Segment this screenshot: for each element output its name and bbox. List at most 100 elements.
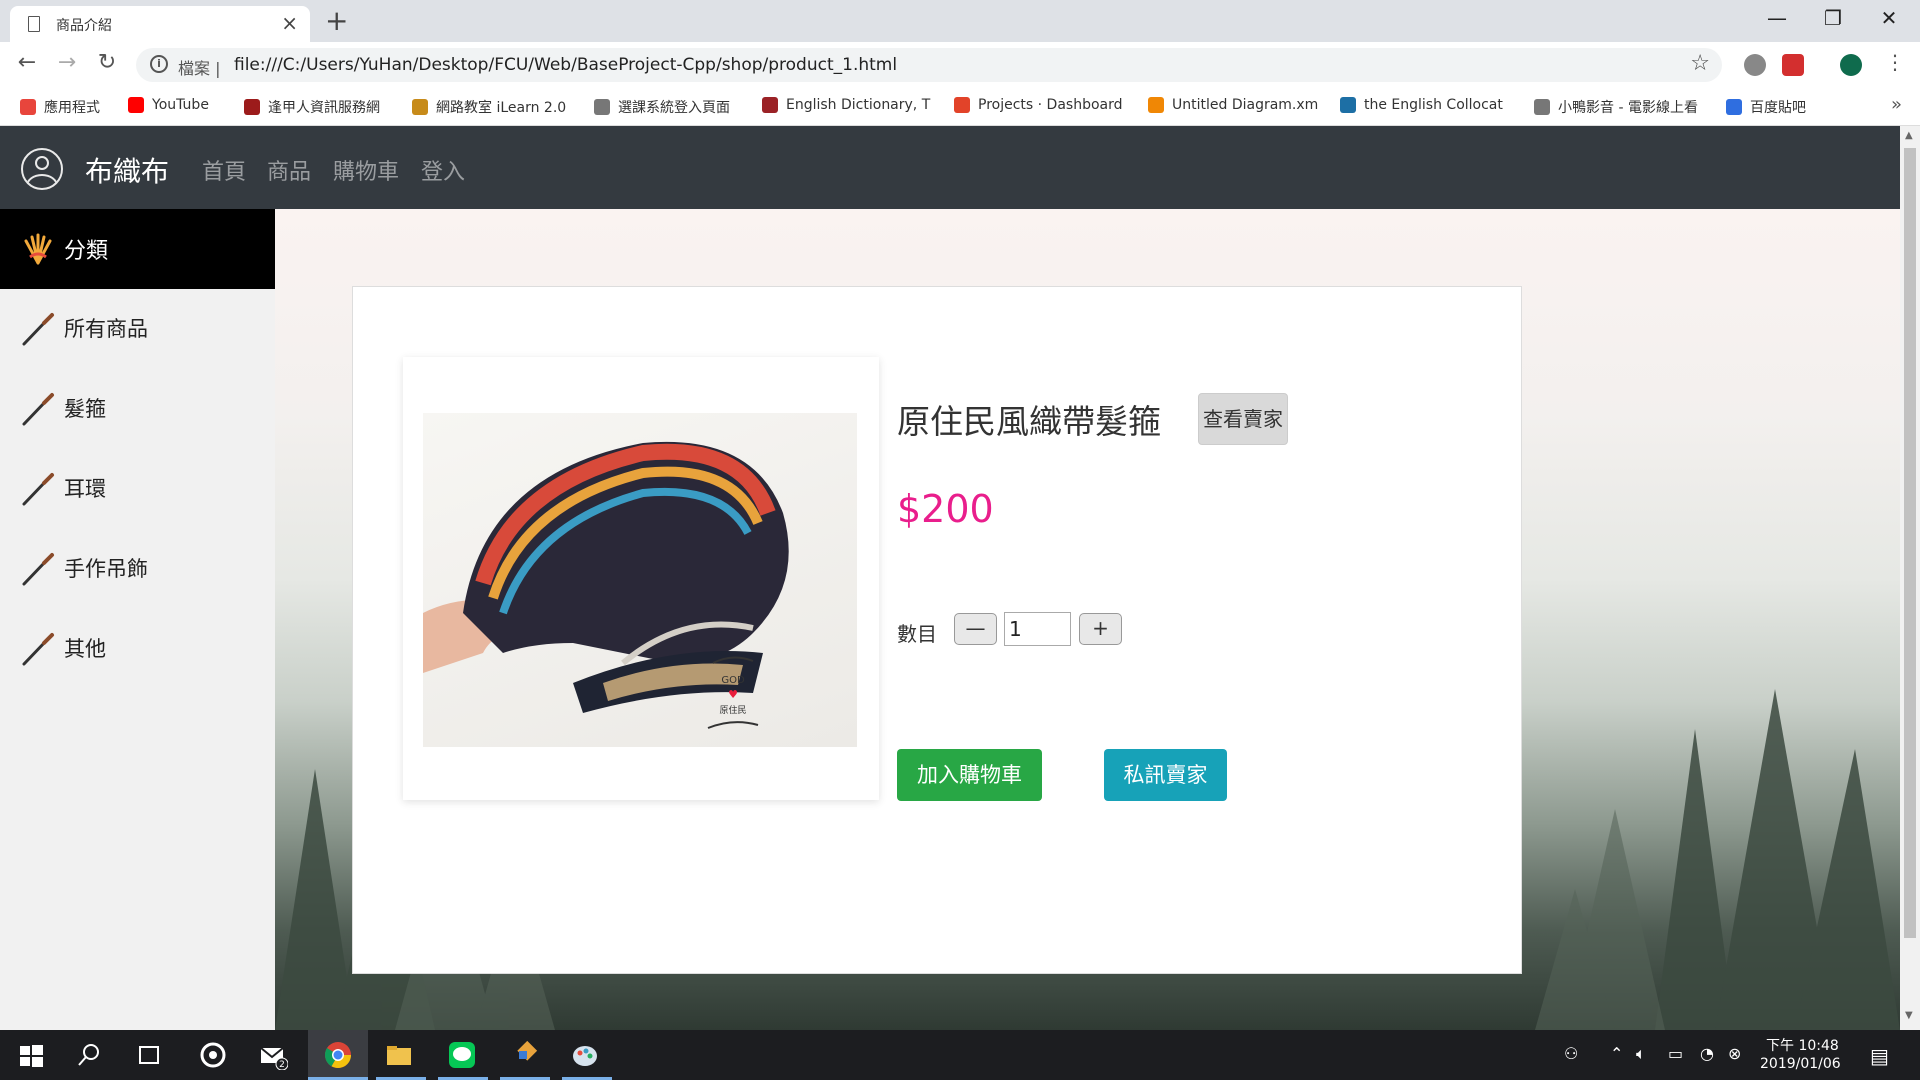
- bookmark-label: 小鴨影音 - 電影線上看: [1558, 100, 1698, 116]
- extension-icon[interactable]: [1782, 54, 1804, 76]
- view-seller-button[interactable]: 查看賣家: [1198, 393, 1288, 445]
- volume-icon[interactable]: 🔈︎: [1636, 1044, 1646, 1064]
- fcu-icon: [244, 99, 260, 115]
- tab-title: 商品介紹: [56, 18, 112, 34]
- mail-icon[interactable]: 2: [258, 1040, 288, 1070]
- sidebar-item-label: 髮箍: [64, 397, 106, 421]
- cortana-icon[interactable]: [198, 1040, 228, 1070]
- svg-text:♥: ♥: [728, 688, 738, 701]
- profile-avatar[interactable]: [1840, 54, 1862, 76]
- line-icon[interactable]: [447, 1040, 477, 1070]
- network-off-icon[interactable]: ⊗: [1728, 1044, 1741, 1063]
- bookmark-item[interactable]: 逢甲人資訊服務網: [244, 97, 380, 117]
- chrome-taskbar-button[interactable]: [308, 1030, 368, 1080]
- add-to-cart-button[interactable]: 加入購物車: [897, 749, 1042, 801]
- page-icon: [1534, 99, 1550, 115]
- sidebar-item-charms[interactable]: 手作吊飾: [0, 529, 275, 609]
- nav-login[interactable]: 登入: [421, 154, 465, 186]
- paint-icon[interactable]: [570, 1040, 600, 1070]
- user-icon[interactable]: [21, 148, 63, 190]
- wifi-icon[interactable]: ◔: [1700, 1044, 1714, 1063]
- bookmark-item[interactable]: 小鴨影音 - 電影線上看: [1534, 97, 1698, 117]
- bookmark-item[interactable]: 網路教室 iLearn 2.0: [412, 97, 566, 117]
- sidebar-item-other[interactable]: 其他: [0, 609, 275, 689]
- nav-products[interactable]: 商品: [267, 154, 311, 186]
- nav-cart[interactable]: 購物車: [333, 154, 399, 186]
- bookmark-apps[interactable]: 應用程式: [20, 97, 100, 117]
- headdress-icon: [24, 233, 52, 265]
- menu-icon[interactable]: ⋮: [1880, 50, 1910, 74]
- reload-icon[interactable]: ↻: [92, 50, 122, 75]
- search-icon[interactable]: [74, 1040, 104, 1070]
- windows-start-icon[interactable]: [16, 1040, 46, 1070]
- info-icon[interactable]: i: [150, 55, 168, 73]
- brush-icon: [22, 633, 54, 666]
- sidebar-item-earrings[interactable]: 耳環: [0, 449, 275, 529]
- people-icon[interactable]: ⚇: [1564, 1044, 1578, 1063]
- bookmark-label: 逢甲人資訊服務網: [268, 100, 380, 116]
- close-window-button[interactable]: ✕: [1874, 6, 1904, 30]
- task-view-icon[interactable]: [134, 1040, 164, 1070]
- page-icon: [594, 99, 610, 115]
- bookmark-item[interactable]: 選課系統登入頁面: [594, 97, 730, 117]
- scroll-up-icon[interactable]: ▲: [1905, 130, 1913, 141]
- battery-icon[interactable]: ▭: [1668, 1044, 1683, 1063]
- quantity-label: 數目: [897, 622, 937, 646]
- gitlab-icon: [954, 97, 970, 113]
- bookmark-item[interactable]: English Dictionary, T: [762, 97, 930, 113]
- sidebar-item-all[interactable]: 所有商品: [0, 289, 275, 369]
- bookmark-item[interactable]: 百度貼吧: [1726, 97, 1806, 117]
- bookmarks-more-icon[interactable]: »: [1891, 94, 1902, 115]
- ilearn-icon: [412, 99, 428, 115]
- bookmark-item[interactable]: YouTube: [128, 97, 209, 113]
- brush-icon: [22, 393, 54, 426]
- address-prefix: 檔案 |: [178, 59, 221, 78]
- scroll-down-icon[interactable]: ▼: [1905, 1010, 1913, 1021]
- sidebar-item-label: 其他: [64, 637, 106, 661]
- extension-icon[interactable]: [1744, 54, 1766, 76]
- show-hidden-icons[interactable]: ⌃: [1610, 1044, 1623, 1063]
- address-bar[interactable]: i 檔案 | file:///C:/Users/YuHan/Desktop/FC…: [136, 48, 1722, 82]
- nav-home[interactable]: 首頁: [202, 154, 246, 186]
- bookmark-label: Untitled Diagram.xm: [1172, 97, 1319, 113]
- page-icon: [28, 16, 40, 32]
- page-scrollbar[interactable]: ▲ ▼: [1900, 126, 1920, 1030]
- ozdic-icon: [1340, 97, 1356, 113]
- bookmark-label: YouTube: [152, 97, 209, 113]
- product-price: $200: [897, 487, 994, 531]
- git-app-icon[interactable]: [508, 1040, 538, 1070]
- message-seller-button[interactable]: 私訊賣家: [1104, 749, 1227, 801]
- sidebar-item-label: 耳環: [64, 477, 106, 501]
- brush-icon: [22, 473, 54, 506]
- tab-close-icon[interactable]: ×: [281, 11, 298, 35]
- notification-center-icon[interactable]: ▤: [1870, 1044, 1889, 1068]
- minimize-button[interactable]: —: [1762, 6, 1792, 30]
- clock-time[interactable]: 下午 10:48: [1766, 1035, 1839, 1055]
- sidebar-header: 分類: [0, 209, 275, 289]
- product-photo: GOD ♥ 原住民: [423, 413, 857, 747]
- scrollbar-thumb[interactable]: [1904, 148, 1916, 938]
- cambridge-icon: [762, 97, 778, 113]
- bookmark-star-icon[interactable]: ☆: [1690, 51, 1710, 76]
- bookmark-label: Projects · Dashboard: [978, 97, 1123, 113]
- forward-icon[interactable]: →: [52, 50, 82, 75]
- file-explorer-icon[interactable]: [384, 1040, 414, 1070]
- apps-icon: [20, 99, 36, 115]
- bookmark-item[interactable]: Untitled Diagram.xm: [1148, 97, 1318, 113]
- maximize-button[interactable]: ❐: [1818, 6, 1848, 30]
- increase-quantity-button[interactable]: +: [1079, 613, 1122, 645]
- product-title: 原住民風織帶髮箍: [897, 402, 1161, 441]
- bookmark-item[interactable]: Projects · Dashboard: [954, 97, 1123, 113]
- decrease-quantity-button[interactable]: —: [954, 613, 997, 645]
- site-brand[interactable]: 布織布: [85, 150, 169, 190]
- youtube-icon: [128, 97, 144, 113]
- bookmark-item[interactable]: the English Collocat: [1340, 97, 1503, 113]
- clock-date[interactable]: 2019/01/06: [1760, 1056, 1841, 1072]
- back-icon[interactable]: ←: [12, 50, 42, 75]
- sidebar-item-headband[interactable]: 髮箍: [0, 369, 275, 449]
- new-tab-button[interactable]: +: [325, 4, 348, 37]
- browser-tab[interactable]: 商品介紹 ×: [10, 6, 310, 42]
- photo-caption: 原住民: [719, 704, 746, 716]
- quantity-input[interactable]: 1: [1004, 612, 1071, 646]
- url-text[interactable]: file:///C:/Users/YuHan/Desktop/FCU/Web/B…: [234, 55, 897, 75]
